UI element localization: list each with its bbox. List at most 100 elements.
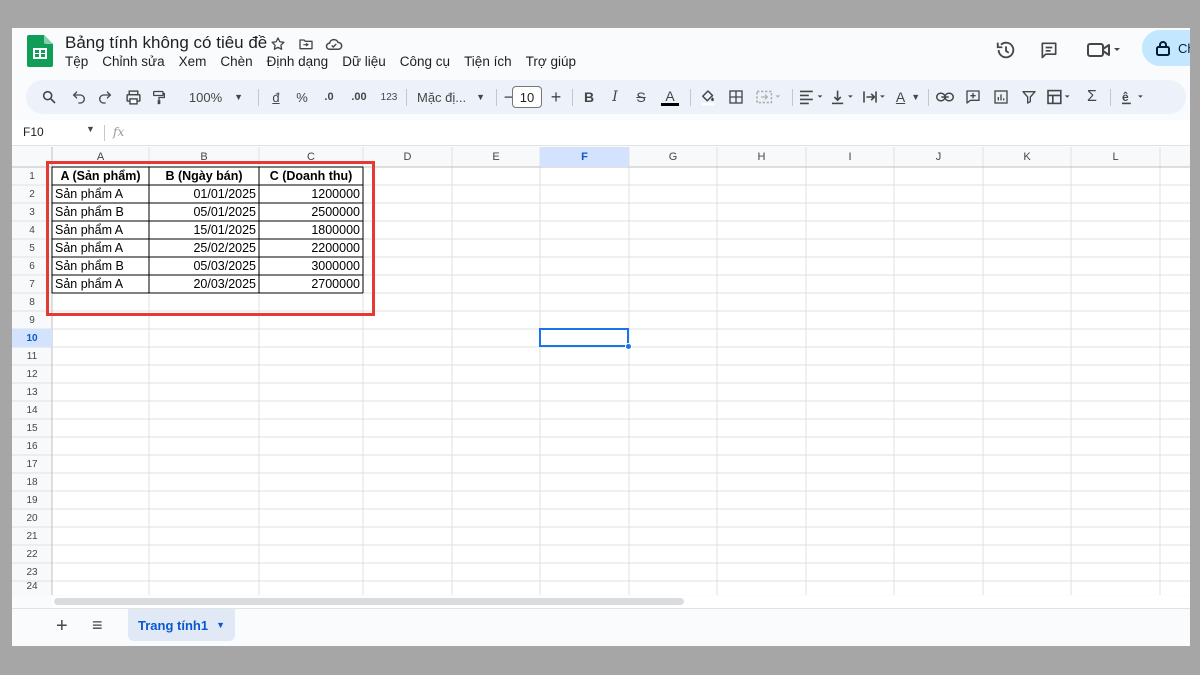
row-header-active[interactable]: 10 bbox=[12, 329, 52, 347]
document-title[interactable]: Bảng tính không có tiêu đề bbox=[65, 33, 267, 53]
horizontal-scrollbar[interactable] bbox=[52, 596, 1190, 608]
row-header[interactable]: 24 bbox=[12, 581, 52, 595]
undo-icon[interactable] bbox=[66, 80, 92, 114]
borders-icon[interactable] bbox=[723, 80, 749, 114]
row-header[interactable]: 20 bbox=[12, 509, 52, 527]
menu-data[interactable]: Dữ liệu bbox=[335, 54, 393, 69]
text-color-button[interactable]: A bbox=[655, 80, 685, 114]
active-cell-selection[interactable] bbox=[539, 328, 629, 347]
menu-extensions[interactable]: Tiện ích bbox=[457, 54, 519, 69]
row-header[interactable]: 17 bbox=[12, 455, 52, 473]
menu-bar: Tệp Chỉnh sửa Xem Chèn Định dạng Dữ liệu… bbox=[65, 54, 583, 69]
add-sheet-icon[interactable]: + bbox=[56, 615, 68, 638]
format-currency-button[interactable]: đ bbox=[264, 80, 288, 114]
format-percent-button[interactable]: % bbox=[290, 80, 314, 114]
row-header[interactable]: 11 bbox=[12, 347, 52, 365]
share-button[interactable]: Ch bbox=[1142, 30, 1190, 66]
vertical-align-icon[interactable] bbox=[829, 80, 859, 114]
column-header-k[interactable]: K bbox=[983, 147, 1071, 167]
row-header[interactable]: 21 bbox=[12, 527, 52, 545]
increase-font-size-icon[interactable]: + bbox=[546, 80, 566, 114]
zoom-select[interactable]: 100% ▼ bbox=[181, 80, 251, 114]
filter-views-icon[interactable] bbox=[1044, 80, 1076, 114]
share-label: Ch bbox=[1178, 40, 1190, 56]
strikethrough-button[interactable]: S bbox=[629, 80, 653, 114]
horizontal-align-icon[interactable] bbox=[797, 80, 827, 114]
more-formats-button[interactable]: 123 bbox=[376, 80, 402, 114]
toolbar: 100% ▼ đ % .0 .00 123 Mặc đị... ▼ − 10 +… bbox=[26, 80, 1186, 114]
row-header[interactable]: 16 bbox=[12, 437, 52, 455]
menu-help[interactable]: Trợ giúp bbox=[519, 54, 583, 69]
name-box[interactable]: F10 bbox=[23, 125, 44, 139]
star-icon[interactable] bbox=[268, 34, 288, 54]
column-header-h[interactable]: H bbox=[717, 147, 806, 167]
column-header-l[interactable]: L bbox=[1071, 147, 1160, 167]
text-rotation-button[interactable]: A ▼ bbox=[893, 80, 923, 114]
function-fx-icon: fx bbox=[113, 125, 125, 139]
chevron-down-icon[interactable]: ▼ bbox=[86, 124, 95, 134]
merge-cells-icon[interactable] bbox=[751, 80, 787, 114]
row-header[interactable]: 14 bbox=[12, 401, 52, 419]
chevron-down-icon: ▼ bbox=[476, 92, 486, 102]
toolbar-divider bbox=[496, 89, 497, 106]
menu-format[interactable]: Định dạng bbox=[260, 54, 336, 69]
decrease-decimal-button[interactable]: .0 bbox=[316, 80, 342, 114]
meet-video-icon[interactable] bbox=[1086, 38, 1122, 62]
row-header[interactable]: 12 bbox=[12, 365, 52, 383]
scrollbar-thumb[interactable] bbox=[54, 598, 684, 605]
comments-icon[interactable] bbox=[1037, 38, 1061, 62]
filter-icon[interactable] bbox=[1016, 80, 1042, 114]
toolbar-divider bbox=[1110, 89, 1111, 106]
move-folder-icon[interactable] bbox=[296, 34, 316, 54]
text-color-swatch bbox=[661, 102, 679, 106]
zoom-value: 100% bbox=[188, 89, 223, 105]
fill-handle[interactable] bbox=[625, 343, 632, 350]
row-header[interactable]: 22 bbox=[12, 545, 52, 563]
text-color-glyph: A bbox=[665, 87, 675, 104]
functions-button[interactable]: Σ bbox=[1080, 80, 1104, 114]
cloud-status-icon[interactable] bbox=[324, 34, 344, 54]
column-header-j[interactable]: J bbox=[894, 147, 983, 167]
sheets-logo-icon[interactable] bbox=[27, 35, 53, 67]
sheet-tab[interactable]: Trang tính1 ▼ bbox=[128, 609, 235, 641]
menu-edit[interactable]: Chỉnh sửa bbox=[95, 54, 171, 69]
toolbar-divider bbox=[258, 89, 259, 106]
bold-button[interactable]: B bbox=[577, 80, 601, 114]
chevron-down-icon[interactable]: ▼ bbox=[216, 620, 225, 630]
font-family-select[interactable]: Mặc đị... ▼ bbox=[412, 80, 490, 114]
menu-view[interactable]: Xem bbox=[172, 54, 214, 69]
redo-icon[interactable] bbox=[92, 80, 118, 114]
version-history-icon[interactable] bbox=[994, 38, 1018, 62]
svg-text:ê: ê bbox=[1122, 90, 1129, 104]
insert-link-icon[interactable] bbox=[932, 80, 958, 114]
search-menus-icon[interactable] bbox=[36, 80, 62, 114]
insert-chart-icon[interactable] bbox=[988, 80, 1014, 114]
menu-file[interactable]: Tệp bbox=[65, 54, 95, 69]
chevron-down-icon: ▼ bbox=[911, 92, 921, 102]
italic-button[interactable]: I bbox=[603, 80, 627, 114]
insert-comment-icon[interactable] bbox=[960, 80, 986, 114]
row-header[interactable]: 15 bbox=[12, 419, 52, 437]
row-header[interactable]: 23 bbox=[12, 563, 52, 581]
text-wrapping-icon[interactable] bbox=[861, 80, 891, 114]
column-header-g[interactable]: G bbox=[629, 147, 717, 167]
table-highlight-box bbox=[46, 161, 375, 316]
font-size-input[interactable]: 10 bbox=[512, 86, 542, 108]
paint-format-icon[interactable] bbox=[146, 80, 172, 114]
menu-tools[interactable]: Công cụ bbox=[393, 54, 457, 69]
row-header[interactable]: 18 bbox=[12, 473, 52, 491]
toolbar-divider bbox=[572, 89, 573, 106]
print-icon[interactable] bbox=[120, 80, 146, 114]
column-header-f[interactable]: F bbox=[540, 147, 629, 167]
row-header[interactable]: 19 bbox=[12, 491, 52, 509]
column-header-d[interactable]: D bbox=[363, 147, 452, 167]
all-sheets-menu-icon[interactable]: ≡ bbox=[92, 615, 103, 636]
row-header[interactable]: 13 bbox=[12, 383, 52, 401]
input-tools-icon[interactable]: ê bbox=[1116, 80, 1152, 114]
menu-insert[interactable]: Chèn bbox=[213, 54, 259, 69]
spreadsheet-grid[interactable]: A B C D E F G H I J K L 1 2 3 4 5 6 7 8 … bbox=[12, 147, 1190, 595]
column-header-i[interactable]: I bbox=[806, 147, 894, 167]
increase-decimal-button[interactable]: .00 bbox=[344, 80, 374, 114]
column-header-e[interactable]: E bbox=[452, 147, 540, 167]
fill-color-icon[interactable] bbox=[695, 80, 721, 114]
